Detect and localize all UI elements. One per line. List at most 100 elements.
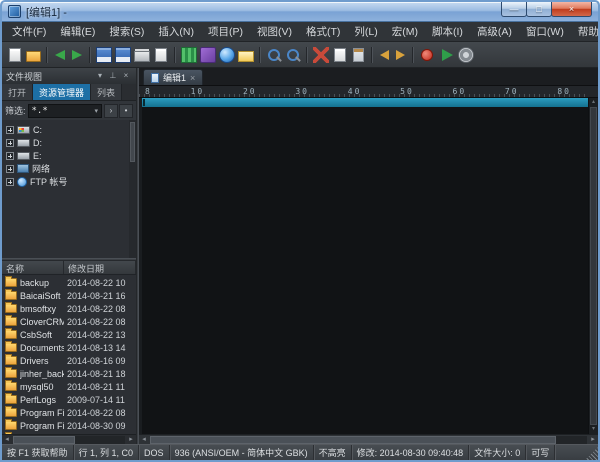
find-icon[interactable]: [268, 49, 280, 61]
close-button[interactable]: ×: [551, 2, 592, 17]
menu-item[interactable]: 视图(V): [250, 22, 299, 41]
editor-canvas[interactable]: ▴ ▾: [139, 98, 598, 434]
scroll-track[interactable]: [13, 436, 125, 444]
file-row[interactable]: Drivers 2014-08-16 09: [2, 354, 136, 367]
paste-icon[interactable]: [353, 48, 364, 62]
resize-grip[interactable]: [585, 447, 598, 460]
minimize-button[interactable]: —: [501, 2, 527, 17]
filter-combobox[interactable]: *.* ▾: [28, 104, 102, 118]
file-row[interactable]: CloverCRM 2014-08-22 08: [2, 315, 136, 328]
scroll-thumb[interactable]: [13, 436, 75, 444]
expand-icon[interactable]: [6, 165, 14, 173]
sidebar-horizontal-scrollbar[interactable]: ◂ ▸: [2, 434, 136, 444]
tree-item[interactable]: C:: [2, 123, 136, 136]
panel-menu-icon[interactable]: ▾: [94, 70, 106, 82]
file-row[interactable]: BaicaiSoft 2014-08-21 16: [2, 289, 136, 302]
file-row[interactable]: jinher_backup 2014-08-21 18: [2, 367, 136, 380]
new-file-icon[interactable]: [9, 48, 21, 62]
scroll-down-icon[interactable]: ▾: [592, 425, 595, 434]
network-icon: [17, 164, 29, 173]
record-macro-icon[interactable]: [421, 49, 433, 61]
file-date: 2014-08-22 10: [67, 278, 136, 288]
combo-arrow-icon[interactable]: ▾: [94, 107, 98, 115]
file-row[interactable]: bmsoftxy 2014-08-22 08: [2, 302, 136, 315]
titlebar[interactable]: [编辑1] - —□×: [2, 2, 598, 22]
scroll-track[interactable]: [590, 107, 597, 425]
column-header-name[interactable]: 名称: [2, 261, 64, 274]
menu-item[interactable]: 文件(F): [5, 22, 53, 41]
cut-icon[interactable]: [313, 47, 329, 63]
file-row[interactable]: mysql50 2014-08-21 11: [2, 380, 136, 393]
browser-view-icon[interactable]: [219, 47, 235, 63]
menu-item[interactable]: 帮助(H): [571, 22, 600, 41]
menu-item[interactable]: 插入(N): [151, 22, 201, 41]
tree-item[interactable]: D:: [2, 136, 136, 149]
open-file-icon[interactable]: [26, 51, 41, 62]
file-row[interactable]: backup 2014-08-22 10: [2, 276, 136, 289]
scroll-right-icon[interactable]: ▸: [126, 435, 136, 444]
column-header-date[interactable]: 修改日期: [64, 261, 136, 274]
tree-scrollbar[interactable]: [129, 120, 136, 258]
scroll-up-icon[interactable]: ▴: [592, 98, 595, 107]
settings-icon[interactable]: [458, 47, 474, 63]
menu-item[interactable]: 宏(M): [385, 22, 425, 41]
save-all-icon[interactable]: [115, 47, 131, 63]
scroll-thumb[interactable]: [590, 107, 597, 425]
print-icon[interactable]: [134, 51, 150, 62]
scroll-right-icon[interactable]: ▸: [588, 435, 598, 444]
file-row[interactable]: Documents 2014-08-13 14: [2, 341, 136, 354]
column-mode-icon[interactable]: [181, 47, 197, 63]
menu-item[interactable]: 搜索(S): [102, 22, 151, 41]
editor-vertical-scrollbar[interactable]: ▴ ▾: [588, 98, 598, 434]
menu-item[interactable]: 项目(P): [201, 22, 250, 41]
tree-item[interactable]: E:: [2, 149, 136, 162]
file-list: backup 2014-08-22 10 BaicaiSoft 2014-08-…: [2, 275, 136, 434]
menu-item[interactable]: 窗口(W): [519, 22, 571, 41]
tab-close-icon[interactable]: ×: [190, 73, 195, 83]
filter-go-button[interactable]: ›: [104, 104, 118, 118]
scroll-thumb[interactable]: [150, 436, 556, 444]
maximize-button[interactable]: □: [526, 2, 552, 17]
panel-close-icon[interactable]: ×: [120, 70, 132, 82]
scroll-thumb[interactable]: [130, 122, 135, 162]
tree-item[interactable]: FTP 帐号: [2, 175, 136, 188]
mail-icon[interactable]: [238, 51, 254, 62]
menu-item[interactable]: 脚本(I): [425, 22, 470, 41]
copy-icon[interactable]: [334, 48, 346, 62]
panel-pin-icon[interactable]: ⊥: [107, 70, 119, 82]
syntax-highlight-icon[interactable]: [200, 47, 216, 63]
folder-icon: [5, 278, 17, 287]
expand-icon[interactable]: [6, 178, 14, 186]
menubar: 文件(F)编辑(E)搜索(S)插入(N)项目(P)视图(V)格式(T)列(L)宏…: [2, 22, 598, 42]
expand-icon[interactable]: [6, 126, 14, 134]
tree-item[interactable]: 网络: [2, 162, 136, 175]
expand-icon[interactable]: [6, 139, 14, 147]
file-row[interactable]: PerfLogs 2009-07-14 11: [2, 393, 136, 406]
scroll-left-icon[interactable]: ◂: [139, 435, 149, 444]
file-row[interactable]: Program Files 2014-08-22 08: [2, 406, 136, 419]
undo-icon[interactable]: [380, 50, 389, 60]
expand-icon[interactable]: [6, 152, 14, 160]
menu-item[interactable]: 格式(T): [299, 22, 347, 41]
save-icon[interactable]: [96, 47, 112, 63]
file-row[interactable]: Program File... 2014-08-30 09: [2, 419, 136, 432]
replace-icon[interactable]: [287, 49, 299, 61]
scroll-track[interactable]: [150, 436, 587, 444]
app-icon[interactable]: [8, 5, 21, 18]
panel-tab[interactable]: 资源管理器: [33, 84, 91, 100]
file-row[interactable]: CsbSoft 2014-08-22 13: [2, 328, 136, 341]
forward-icon[interactable]: [72, 50, 82, 60]
editor-tab[interactable]: 编辑1 ×: [143, 69, 203, 85]
back-icon[interactable]: [55, 50, 65, 60]
panel-tab[interactable]: 列表: [91, 84, 122, 100]
play-macro-icon[interactable]: [442, 49, 453, 61]
redo-icon[interactable]: [396, 50, 405, 60]
panel-tab[interactable]: 打开: [2, 84, 33, 100]
filter-menu-button[interactable]: •: [119, 104, 133, 118]
scroll-left-icon[interactable]: ◂: [2, 435, 12, 444]
menu-item[interactable]: 列(L): [347, 22, 384, 41]
editor-horizontal-scrollbar[interactable]: ◂ ▸: [139, 434, 598, 444]
menu-item[interactable]: 高级(A): [470, 22, 519, 41]
print-preview-icon[interactable]: [155, 48, 167, 62]
menu-item[interactable]: 编辑(E): [53, 22, 102, 41]
